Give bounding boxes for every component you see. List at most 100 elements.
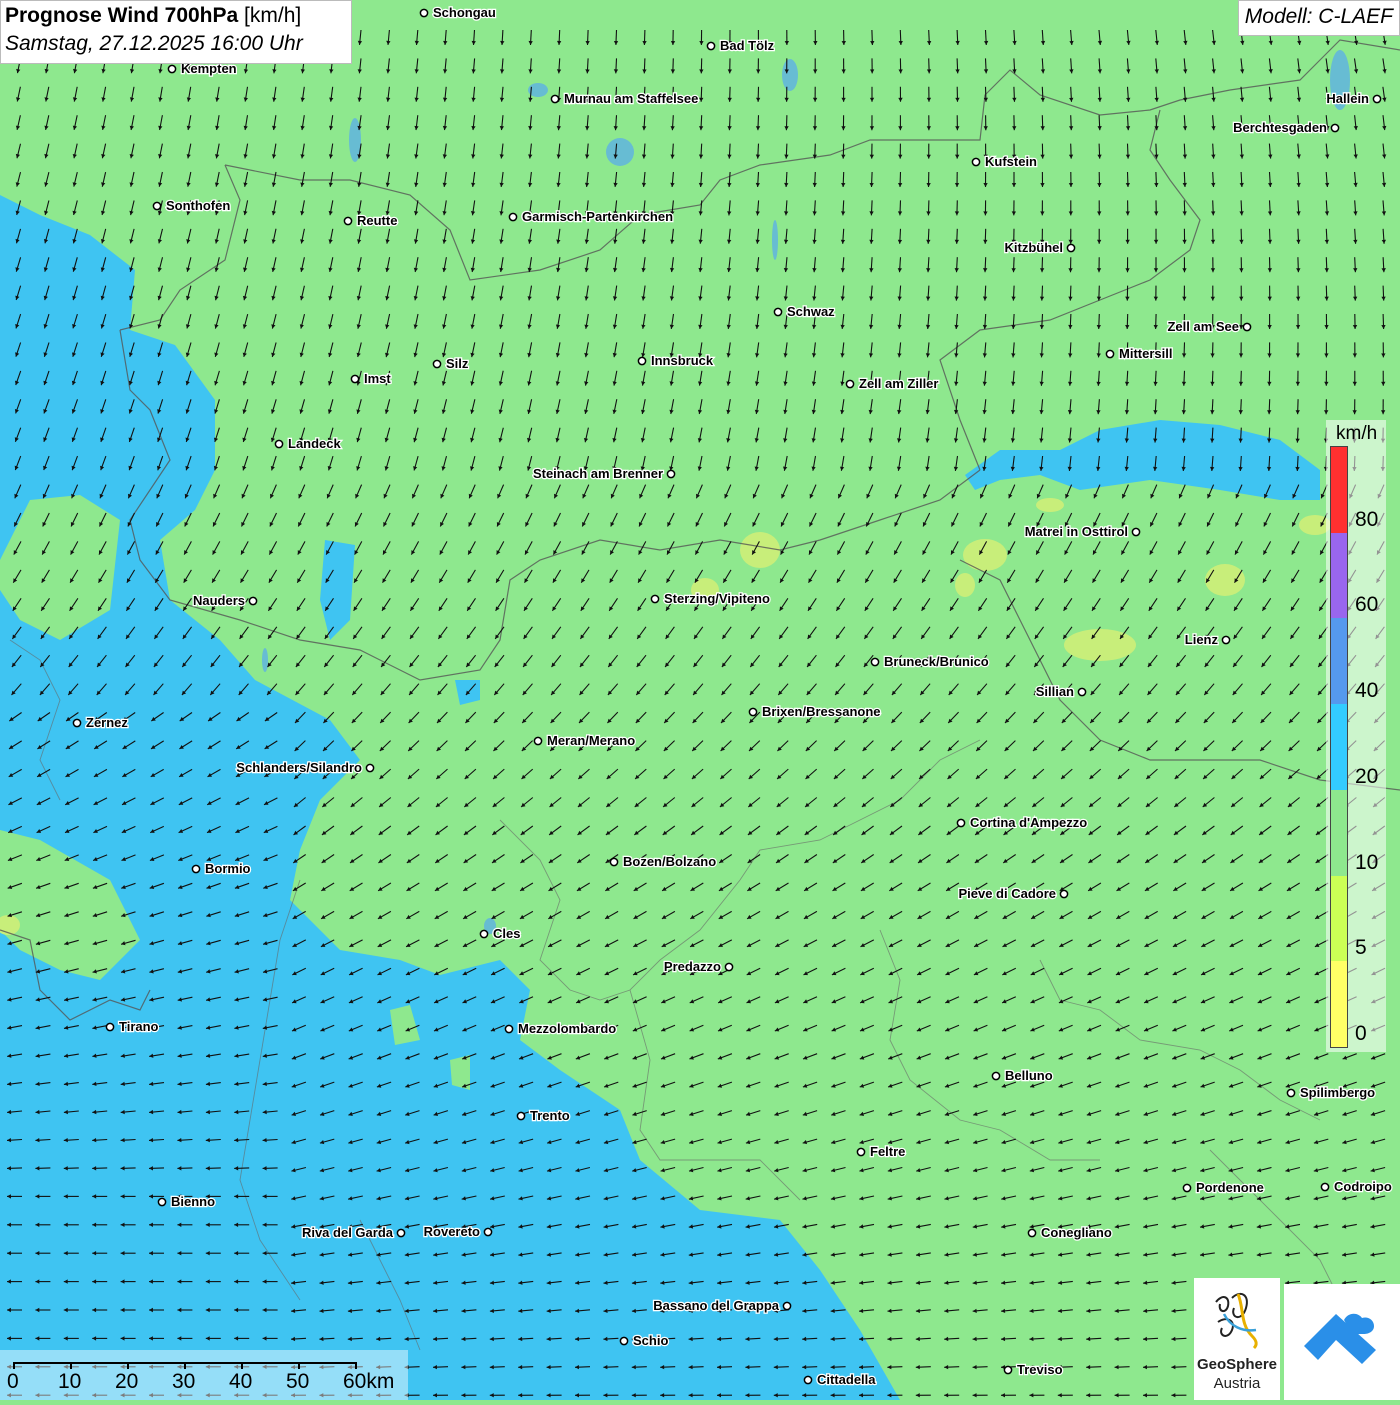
- city-label: Imst: [364, 371, 391, 386]
- city-label: Bad Tölz: [720, 38, 775, 53]
- color-legend: km/h 806040201050: [1326, 420, 1386, 1052]
- city-label: Predazzo: [664, 959, 721, 974]
- city-label: Codroipo: [1334, 1179, 1392, 1194]
- city-dot: [804, 1376, 811, 1383]
- legend-segment: [1331, 876, 1347, 962]
- city-dot: [725, 963, 732, 970]
- city-label: Silz: [446, 356, 469, 371]
- city-label: Zell am Ziller: [859, 376, 938, 391]
- map-title: Prognose Wind 700hPa [km/h]: [5, 4, 347, 28]
- city-marker: Pieve di Cadore: [958, 886, 1067, 901]
- legend-label: 60: [1355, 593, 1378, 617]
- city-dot: [106, 1023, 113, 1030]
- city-dot: [610, 858, 617, 865]
- city-dot: [249, 597, 256, 604]
- wind-map: SchongauBad TölzKemptenMurnau am Staffel…: [0, 0, 1400, 1400]
- city-dot: [857, 1148, 864, 1155]
- city-label: Belluno: [1005, 1068, 1053, 1083]
- city-marker: Brixen/Bressanone: [749, 704, 880, 719]
- city-label: Sillian: [1036, 684, 1074, 699]
- city-label: Bozen/Bolzano: [623, 854, 716, 869]
- title-box: Prognose Wind 700hPa [km/h] Samstag, 27.…: [0, 0, 352, 64]
- city-dot: [433, 360, 440, 367]
- city-dot: [846, 380, 853, 387]
- legend-segment: [1331, 533, 1347, 619]
- city-dot: [667, 470, 674, 477]
- city-marker: Meran/Merano: [534, 733, 635, 748]
- city-dot: [1321, 1183, 1328, 1190]
- city-label: Mittersill: [1119, 346, 1172, 361]
- city-dot: [1028, 1229, 1035, 1236]
- scale-tick: [13, 1362, 15, 1369]
- city-label: Landeck: [288, 436, 342, 451]
- city-label: Schwaz: [787, 304, 835, 319]
- city-dot: [1183, 1184, 1190, 1191]
- city-dot: [1243, 323, 1250, 330]
- city-label: Meran/Merano: [547, 733, 635, 748]
- city-dot: [480, 930, 487, 937]
- city-label: Mezzolombardo: [518, 1021, 616, 1036]
- city-marker: Zell am See: [1167, 319, 1250, 334]
- legend-label: 40: [1355, 679, 1378, 703]
- city-dot: [366, 764, 373, 771]
- city-marker: Bruneck/Brunico: [871, 654, 988, 669]
- city-dot: [1222, 636, 1229, 643]
- city-dot: [957, 819, 964, 826]
- city-label: Pordenone: [1196, 1180, 1264, 1195]
- city-label: Rovereto: [424, 1224, 480, 1239]
- city-dot: [707, 42, 714, 49]
- city-dot: [1132, 528, 1139, 535]
- city-label: Zell am See: [1167, 319, 1239, 334]
- city-label: Bruneck/Brunico: [884, 654, 989, 669]
- city-label: Treviso: [1017, 1362, 1063, 1377]
- city-dot: [1373, 95, 1380, 102]
- forecast-datetime: Samstag, 27.12.2025 16:00 Uhr: [5, 32, 347, 56]
- model-label: Modell: C-LAEF: [1238, 0, 1400, 36]
- city-label: Reutte: [357, 213, 397, 228]
- city-dot: [1067, 244, 1074, 251]
- city-dot: [351, 375, 358, 382]
- city-dot: [1078, 688, 1085, 695]
- legend-segment: [1331, 704, 1347, 790]
- city-label: Sterzing/Vipiteno: [664, 591, 770, 606]
- city-label: Tirano: [119, 1019, 159, 1034]
- city-dot: [509, 213, 516, 220]
- city-label: Bienno: [171, 1194, 215, 1209]
- legend-segment: [1331, 790, 1347, 876]
- city-dot: [972, 158, 979, 165]
- title-unit: [km/h]: [244, 4, 301, 27]
- city-label: Kufstein: [985, 154, 1037, 169]
- city-label: Schlanders/Silandro: [236, 760, 362, 775]
- city-label: Feltre: [870, 1144, 905, 1159]
- legend-label: 10: [1355, 851, 1378, 875]
- city-dot: [168, 65, 175, 72]
- legend-segment: [1331, 447, 1347, 533]
- city-dot: [620, 1337, 627, 1344]
- city-dot: [397, 1229, 404, 1236]
- title-main: Prognose Wind 700hPa: [5, 4, 238, 27]
- city-label: Schongau: [433, 5, 496, 20]
- city-marker: Conegliano: [1028, 1225, 1111, 1240]
- city-marker: Zell am Ziller: [846, 376, 938, 391]
- city-label: Cles: [493, 926, 520, 941]
- city-label: Pieve di Cadore: [958, 886, 1056, 901]
- legend-unit: km/h: [1336, 423, 1377, 445]
- city-label: Hallein: [1326, 91, 1369, 106]
- city-label: Schio: [633, 1333, 668, 1348]
- city-dot: [1060, 890, 1067, 897]
- city-marker: Spilimbergo: [1287, 1085, 1375, 1100]
- city-dot: [534, 737, 541, 744]
- scale-bar: 0102030405060km: [0, 1350, 408, 1400]
- city-label: Bassano del Grappa: [653, 1298, 779, 1313]
- city-dot: [1287, 1089, 1294, 1096]
- city-dot: [158, 1198, 165, 1205]
- legend-label: 5: [1355, 936, 1367, 960]
- legend-label: 0: [1355, 1022, 1367, 1046]
- city-marker: Steinach am Brenner: [533, 466, 675, 481]
- city-label: Conegliano: [1041, 1225, 1112, 1240]
- city-marker: Cortina d'Ampezzo: [957, 815, 1087, 830]
- city-dot: [484, 1228, 491, 1235]
- city-label: Kitzbühel: [1005, 240, 1064, 255]
- city-dot: [73, 719, 80, 726]
- city-marker: Schlanders/Silandro: [236, 760, 373, 775]
